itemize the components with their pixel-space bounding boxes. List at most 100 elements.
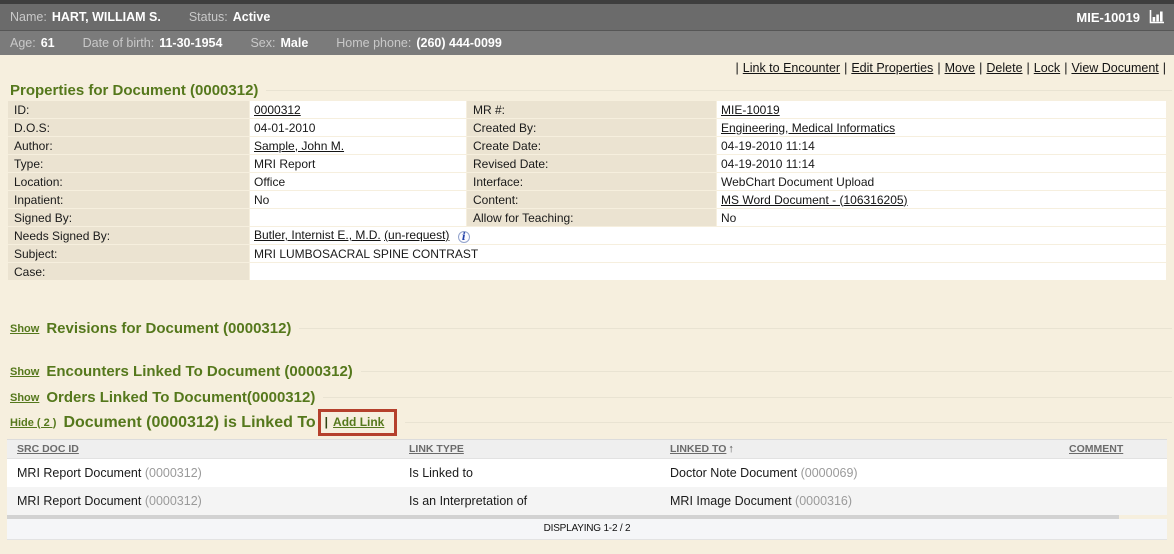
comment-header-label: COMMENT <box>1069 443 1123 455</box>
field-label: Interface: <box>467 173 716 190</box>
orders-show-toggle[interactable]: Show <box>10 392 39 404</box>
table-row: Type: MRI Report Revised Date: 04-19-201… <box>8 155 1166 172</box>
linked-to-header-label: LINKED TO <box>670 443 726 455</box>
separator: | <box>325 415 328 429</box>
phone-group: Home phone: (260) 444-0099 <box>336 36 502 50</box>
dos-value: 04-01-2010 <box>250 119 466 136</box>
table-row: D.O.S: 04-01-2010 Created By: Engineerin… <box>8 119 1166 136</box>
field-label: Author: <box>8 137 249 154</box>
table-row: MRI Report Document (0000312) Is an Inte… <box>7 487 1167 515</box>
dob-label: Date of birth: <box>83 36 155 50</box>
edit-properties-link[interactable]: Edit Properties <box>851 61 933 75</box>
linked-section-header: Hide ( 2 ) Document (0000312) is Linked … <box>10 409 1172 436</box>
separator: | <box>736 61 739 75</box>
properties-title: Properties for Document (0000312) <box>10 82 258 99</box>
src-doc-id-header-label: SRC DOC ID <box>17 443 79 455</box>
properties-section-header: Properties for Document (0000312) <box>10 82 1172 99</box>
info-icon[interactable]: i <box>458 231 470 243</box>
document-id-link[interactable]: 0000312 <box>254 103 301 117</box>
revisions-title: Revisions for Document (0000312) <box>46 320 291 337</box>
patient-name-group: Name: HART, WILLIAM S. <box>10 10 161 24</box>
revisions-show-toggle[interactable]: Show <box>10 323 39 335</box>
patient-status: Active <box>233 10 271 24</box>
phone-label: Home phone: <box>336 36 411 50</box>
table-row: MRI Report Document (0000312) Is Linked … <box>7 459 1167 488</box>
patient-name: HART, WILLIAM S. <box>52 10 161 24</box>
patient-banner-row2: Age: 61 Date of birth: 11-30-1954 Sex: M… <box>0 30 1174 55</box>
lock-link[interactable]: Lock <box>1034 61 1060 75</box>
comment-cell <box>1059 459 1167 488</box>
linked-title: Document (0000312) is Linked To <box>63 414 315 432</box>
signed-by-value <box>250 209 466 226</box>
heading-rule <box>299 328 1172 329</box>
author-link[interactable]: Sample, John M. <box>254 139 344 153</box>
table-row: Location: Office Interface: WebChart Doc… <box>8 173 1166 190</box>
sort-ascending-icon: ↑ <box>728 443 734 455</box>
src-doc-id-header[interactable]: SRC DOC ID <box>7 440 399 459</box>
unrequest-link[interactable]: (un-request) <box>384 228 449 242</box>
sex-group: Sex: Male <box>250 36 308 50</box>
orders-section-header: Show Orders Linked To Document(0000312) <box>10 389 1172 406</box>
src-doc-name: MRI Report Document <box>17 494 145 508</box>
field-label: Location: <box>8 173 249 190</box>
encounters-show-toggle[interactable]: Show <box>10 366 39 378</box>
heading-rule <box>323 397 1172 398</box>
linked-to-id: (0000069) <box>801 466 858 480</box>
create-date-value: 04-19-2010 11:14 <box>717 137 1166 154</box>
field-label: Needs Signed By: <box>8 227 249 244</box>
linked-to-id: (0000316) <box>795 494 852 508</box>
created-by-link[interactable]: Engineering, Medical Informatics <box>721 121 895 135</box>
table-row: Signed By: Allow for Teaching: No <box>8 209 1166 226</box>
field-label: D.O.S: <box>8 119 249 136</box>
src-doc-id: (0000312) <box>145 494 202 508</box>
heading-rule <box>405 422 1172 423</box>
linked-to-name: MRI Image Document <box>670 494 795 508</box>
table-row: ID: 0000312 MR #: MIE-10019 <box>8 101 1166 118</box>
orders-title: Orders Linked To Document(0000312) <box>46 389 315 406</box>
src-doc-name: MRI Report Document <box>17 466 145 480</box>
sex-label: Sex: <box>250 36 275 50</box>
linked-hide-toggle[interactable]: Hide ( 2 ) <box>10 417 56 429</box>
separator: | <box>937 61 940 75</box>
separator: | <box>1027 61 1030 75</box>
subject-value: MRI LUMBOSACRAL SPINE CONTRAST <box>250 245 1166 262</box>
add-link-button[interactable]: Add Link <box>333 415 384 429</box>
link-type-cell: Is Linked to <box>399 459 660 488</box>
age-label: Age: <box>10 36 36 50</box>
patient-sex: Male <box>280 36 308 50</box>
field-label: Content: <box>467 191 716 208</box>
separator: | <box>1064 61 1067 75</box>
separator: | <box>979 61 982 75</box>
add-link-highlight-box: | Add Link <box>318 409 398 436</box>
delete-link[interactable]: Delete <box>986 61 1022 75</box>
linked-to-header[interactable]: LINKED TO↑ <box>660 440 1059 459</box>
comment-header[interactable]: COMMENT <box>1059 440 1167 459</box>
field-label: Created By: <box>467 119 716 136</box>
heading-rule <box>361 371 1172 372</box>
document-actions-bar: |Link to Encounter|Edit Properties|Move|… <box>0 55 1174 76</box>
field-label: Inpatient: <box>8 191 249 208</box>
case-value <box>250 263 1166 280</box>
encounters-title: Encounters Linked To Document (0000312) <box>46 363 352 380</box>
allow-teaching-value: No <box>717 209 1166 226</box>
table-header-row: SRC DOC ID LINK TYPE LINKED TO↑ COMMENT <box>7 440 1167 459</box>
link-to-encounter-link[interactable]: Link to Encounter <box>743 61 840 75</box>
status-label: Status: <box>189 10 228 24</box>
field-label: ID: <box>8 101 249 118</box>
content-link[interactable]: MS Word Document - (106316205) <box>721 193 908 207</box>
move-link[interactable]: Move <box>945 61 976 75</box>
interface-value: WebChart Document Upload <box>717 173 1166 190</box>
needs-signed-by-link[interactable]: Butler, Internist E., M.D. <box>254 228 381 242</box>
field-label: Signed By: <box>8 209 249 226</box>
src-doc-id: (0000312) <box>145 466 202 480</box>
table-paging-footer: DISPLAYING 1-2 / 2 <box>7 519 1167 540</box>
view-document-link[interactable]: View Document <box>1071 61 1158 75</box>
location-value: Office <box>250 173 466 190</box>
bar-chart-icon[interactable] <box>1149 10 1164 24</box>
properties-table: ID: 0000312 MR #: MIE-10019 D.O.S: 04-01… <box>7 100 1167 281</box>
patient-age: 61 <box>41 36 55 50</box>
link-type-header[interactable]: LINK TYPE <box>399 440 660 459</box>
src-doc-cell: MRI Report Document (0000312) <box>7 459 399 488</box>
mr-number-link[interactable]: MIE-10019 <box>721 103 780 117</box>
table-row: Author: Sample, John M. Create Date: 04-… <box>8 137 1166 154</box>
